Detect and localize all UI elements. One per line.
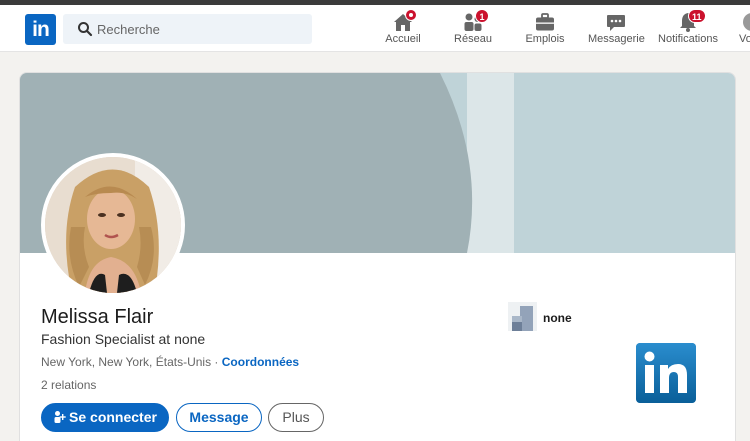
nav-network[interactable]: 1 Réseau — [453, 9, 493, 51]
search-input[interactable] — [97, 14, 302, 44]
profile-location-line: New York, New York, États-Unis · Coordon… — [41, 355, 299, 369]
briefcase-icon — [536, 13, 554, 31]
home-notification-dot — [405, 9, 417, 21]
connect-button[interactable]: Se connecter — [41, 403, 169, 432]
notifications-badge: 11 — [688, 9, 706, 23]
message-button[interactable]: Message — [176, 403, 262, 432]
profile-card: Melissa Flair Fashion Specialist at none… — [19, 72, 736, 441]
search-icon — [78, 22, 93, 37]
profile-location: New York, New York, États-Unis · — [41, 355, 219, 369]
company-logo[interactable] — [508, 302, 537, 331]
profile-avatar[interactable] — [41, 153, 185, 297]
nav-network-label: Réseau — [454, 33, 492, 45]
connect-button-label: Se connecter — [69, 409, 157, 425]
top-navbar: in Accueil 1 Réseau Emplois — [0, 5, 750, 52]
add-person-icon — [54, 411, 66, 424]
search-bar[interactable] — [63, 14, 312, 44]
profile-connections-count[interactable]: 2 relations — [41, 378, 96, 392]
nav-jobs[interactable]: Emplois — [524, 9, 566, 51]
nav-home-label: Accueil — [385, 33, 421, 45]
profile-headline: Fashion Specialist at none — [41, 331, 206, 347]
messaging-icon — [607, 15, 625, 31]
nav-home[interactable]: Accueil — [383, 9, 423, 51]
more-button[interactable]: Plus — [268, 403, 324, 432]
nav-messaging-label: Messagerie — [588, 33, 645, 45]
contact-info-link[interactable]: Coordonnées — [222, 355, 299, 369]
network-badge: 1 — [475, 9, 489, 23]
company-name[interactable]: none — [543, 311, 572, 325]
nav-notifications-label: Notifications — [658, 33, 718, 45]
nav-notifications[interactable]: 11 Notifications — [656, 9, 720, 51]
linkedin-logo[interactable]: in — [25, 14, 56, 45]
profile-name: Melissa Flair — [41, 306, 154, 328]
nav-me-label: Vo — [739, 33, 750, 45]
nav-messaging[interactable]: Messagerie — [588, 9, 645, 51]
nav-me[interactable]: Vo — [732, 9, 750, 51]
me-avatar-icon — [743, 13, 750, 31]
profile-photo — [45, 157, 181, 293]
linkedin-badge-logo — [636, 343, 696, 403]
nav-jobs-label: Emplois — [525, 33, 565, 45]
